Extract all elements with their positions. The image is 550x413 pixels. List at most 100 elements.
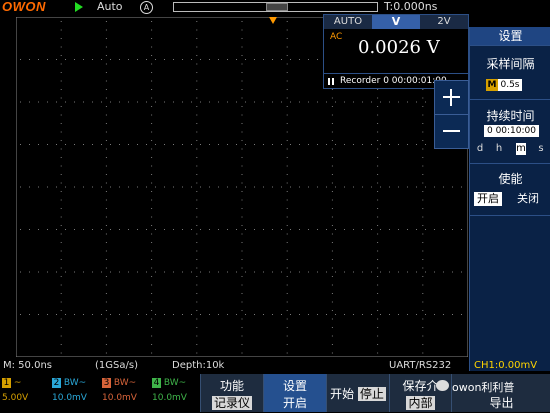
grid-dot bbox=[119, 186, 120, 188]
function-button-value: 记录仪 bbox=[211, 396, 252, 410]
channel-2-info[interactable]: 2 BW~ 10.0mV bbox=[50, 375, 100, 409]
duration-unit-s[interactable]: s bbox=[536, 143, 546, 155]
setup-button[interactable]: 设置 开启 bbox=[263, 374, 326, 412]
grid-dot bbox=[331, 123, 333, 124]
grid-dot bbox=[105, 225, 107, 226]
grid-dot bbox=[326, 229, 327, 230]
duration-unit-m[interactable]: m bbox=[516, 143, 526, 155]
grid-dot bbox=[196, 63, 198, 65]
top-status-bar: OWON Auto A T:0.000ns bbox=[0, 0, 550, 15]
channel-3-info[interactable]: 3 BW~ 10.0mV bbox=[100, 375, 150, 409]
grid-dot bbox=[422, 148, 424, 150]
duration-unit-h[interactable]: h bbox=[494, 143, 504, 155]
function-button[interactable]: 功能 记录仪 bbox=[200, 374, 263, 412]
grid-dot bbox=[105, 157, 107, 158]
grid-dot bbox=[74, 314, 75, 315]
grid-dot bbox=[196, 123, 198, 124]
grid-dot bbox=[344, 144, 345, 145]
grid-dot bbox=[241, 21, 243, 22]
start-stop-button[interactable]: 开始 停止 bbox=[326, 374, 389, 412]
channel-coupling: BW~ bbox=[113, 378, 137, 388]
grid-dot bbox=[151, 89, 153, 90]
grid-dot bbox=[101, 229, 102, 230]
grid-dot bbox=[151, 318, 153, 320]
grid-dot bbox=[151, 199, 153, 201]
enable-off-option[interactable]: 关闭 bbox=[514, 192, 542, 206]
grid-dot bbox=[65, 314, 66, 315]
channel-4-info[interactable]: 4 BW~ 10.0mV bbox=[150, 375, 200, 409]
grid-dot bbox=[281, 101, 282, 103]
run-state-play-icon[interactable] bbox=[75, 2, 83, 12]
channel-coupling: BW~ bbox=[163, 378, 187, 388]
grid-dot bbox=[286, 242, 288, 243]
grid-dot bbox=[146, 186, 147, 188]
grid-dot bbox=[20, 144, 21, 145]
grid-dot bbox=[286, 72, 288, 73]
tab-2v[interactable]: 2V bbox=[420, 15, 468, 29]
duration-value[interactable]: 0 00:10:00 bbox=[484, 125, 539, 137]
grid-dot bbox=[60, 199, 62, 201]
duration-label[interactable]: 持续时间 bbox=[470, 107, 550, 124]
grid-dot bbox=[308, 229, 309, 230]
enable-on-option[interactable]: 开启 bbox=[474, 192, 502, 206]
grid-dot bbox=[241, 182, 243, 184]
grid-dot bbox=[362, 271, 363, 273]
grid-dot bbox=[389, 186, 390, 188]
grid-dot bbox=[422, 114, 424, 116]
duration-unit-d[interactable]: d bbox=[475, 143, 485, 155]
sample-interval-value[interactable]: 0.5s bbox=[498, 79, 522, 91]
grid-dot bbox=[29, 101, 30, 103]
grid-dot bbox=[155, 271, 156, 273]
trigger-time-offset: T:0.000ns bbox=[384, 0, 438, 13]
grid-dot bbox=[241, 29, 243, 31]
grid-dot bbox=[377, 97, 379, 99]
grid-dot bbox=[146, 59, 147, 60]
grid-dot bbox=[151, 191, 153, 192]
grid-dot bbox=[377, 165, 379, 167]
stop-label: 停止 bbox=[357, 387, 386, 401]
channel-1-info[interactable]: 1 ~ 5.00V bbox=[0, 375, 50, 409]
grid-dot bbox=[92, 271, 93, 273]
grid-dot bbox=[254, 59, 255, 60]
grid-dot bbox=[209, 271, 210, 273]
minus-button[interactable] bbox=[434, 114, 469, 149]
grid-dot bbox=[377, 191, 379, 192]
grid-dot bbox=[151, 38, 153, 39]
divider bbox=[470, 215, 550, 216]
grid-dot bbox=[151, 216, 153, 218]
grid-dot bbox=[105, 327, 107, 328]
grid-dot bbox=[422, 250, 424, 252]
enable-label[interactable]: 使能 bbox=[470, 170, 550, 187]
memory-view-window[interactable] bbox=[266, 3, 288, 11]
tab-auto[interactable]: AUTO bbox=[324, 15, 372, 29]
grid-dot bbox=[331, 97, 333, 99]
grid-dot bbox=[434, 271, 435, 273]
grid-dot bbox=[241, 233, 243, 235]
tab-v[interactable]: V bbox=[372, 15, 420, 29]
pause-icon[interactable] bbox=[328, 78, 334, 85]
grid-dot bbox=[200, 101, 201, 103]
grid-dot bbox=[290, 59, 291, 60]
grid-dot bbox=[151, 225, 153, 226]
grid-dot bbox=[128, 271, 129, 273]
sample-interval-label[interactable]: 采样间隔 bbox=[470, 55, 550, 72]
grid-dot bbox=[241, 191, 243, 192]
grid-dot bbox=[29, 314, 30, 315]
plus-button[interactable] bbox=[434, 80, 469, 115]
grid-dot bbox=[101, 314, 102, 315]
grid-dot bbox=[241, 114, 243, 116]
grid-dot bbox=[92, 186, 93, 188]
grid-dot bbox=[263, 59, 264, 60]
grid-dot bbox=[443, 314, 444, 315]
grid-dot bbox=[344, 271, 345, 273]
grid-dot bbox=[353, 229, 354, 230]
grid-dot bbox=[151, 182, 153, 184]
grid-dot bbox=[331, 131, 333, 133]
divider bbox=[470, 45, 550, 46]
grid-dot bbox=[74, 271, 75, 273]
grid-dot bbox=[254, 186, 255, 188]
grid-dot bbox=[286, 199, 288, 201]
grid-dot bbox=[281, 271, 282, 273]
grid-dot bbox=[227, 271, 228, 273]
sample-interval-mode-badge: M bbox=[486, 79, 498, 91]
